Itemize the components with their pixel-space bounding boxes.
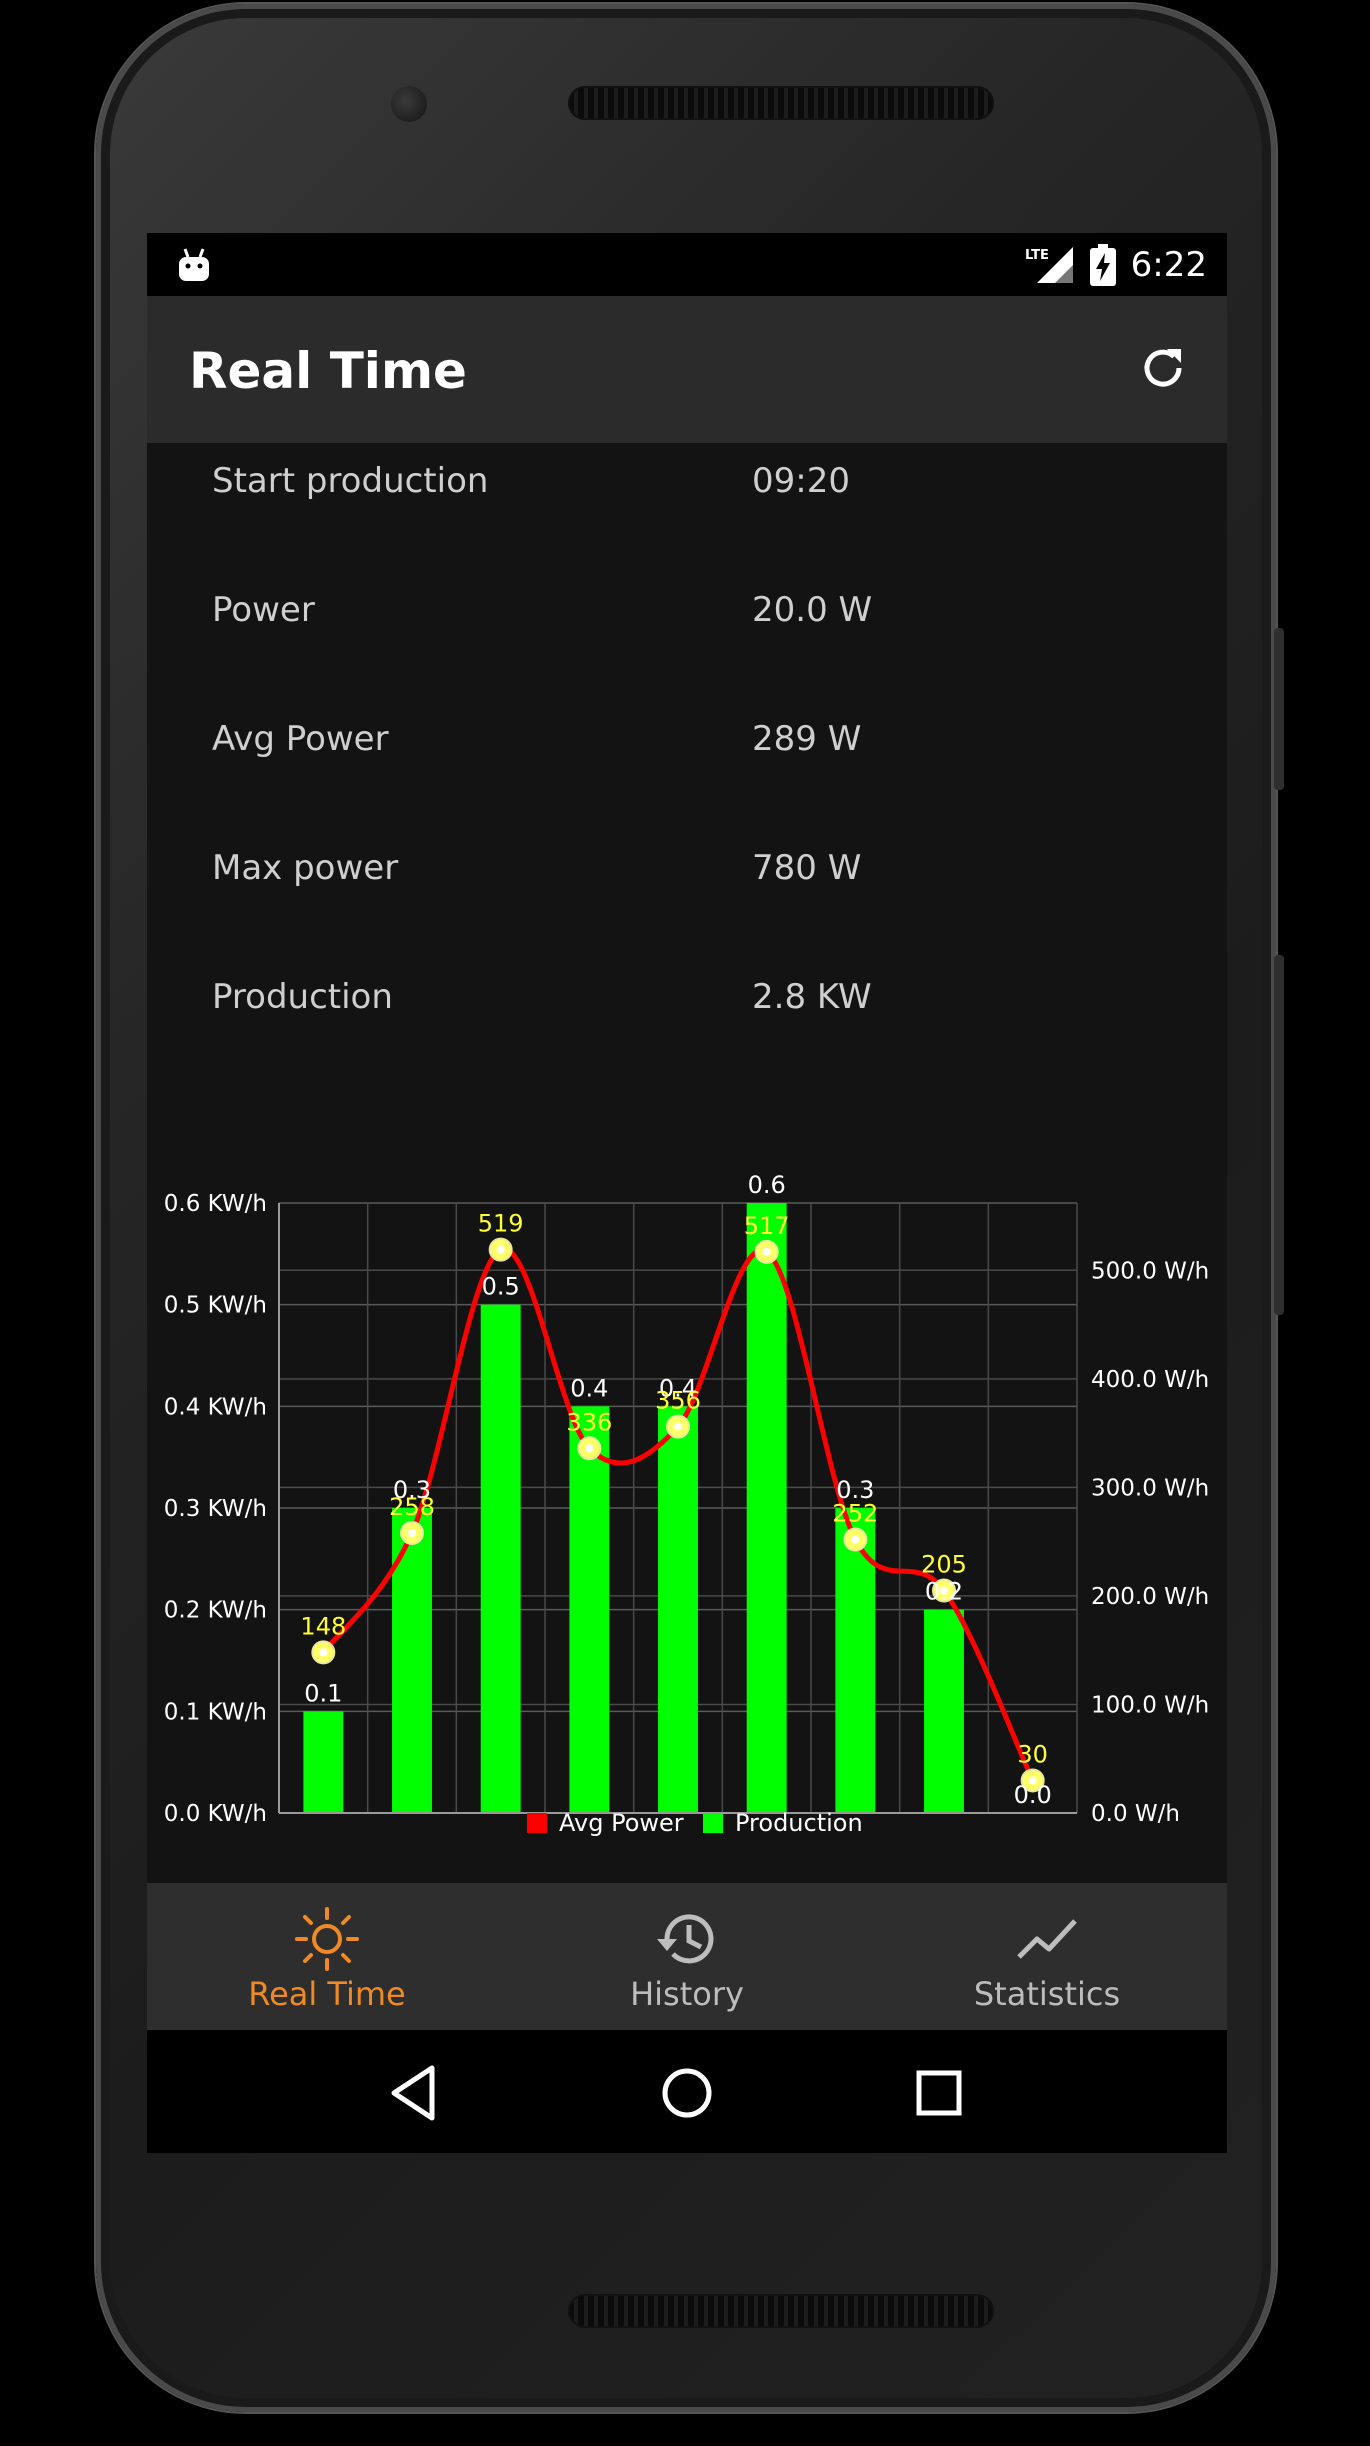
bottom-navigation: Real Time History Statistics bbox=[147, 1883, 1227, 2030]
avg-power-value-label: 148 bbox=[300, 1612, 346, 1640]
info-value: 09:20 bbox=[752, 461, 850, 501]
avg-power-point-core bbox=[851, 1535, 860, 1544]
avg-power-value-label: 30 bbox=[1017, 1740, 1048, 1768]
chart-legend: Avg Power Production bbox=[147, 1803, 1227, 1843]
avg-power-point-core bbox=[408, 1528, 416, 1537]
refresh-icon[interactable] bbox=[1133, 338, 1193, 398]
avg-power-point-core bbox=[496, 1245, 505, 1254]
system-navigation-bar bbox=[147, 2030, 1227, 2153]
info-label: Production bbox=[212, 977, 393, 1017]
info-label: Start production bbox=[212, 461, 489, 501]
recents-icon[interactable] bbox=[904, 2058, 974, 2128]
left-axis-tick-label: 0.5 KW/h bbox=[164, 1293, 267, 1319]
lte-signal-icon: LTE bbox=[1025, 246, 1073, 283]
info-value: 289 W bbox=[752, 719, 862, 759]
avg-power-value-label: 356 bbox=[655, 1387, 701, 1415]
left-axis-tick-label: 0.2 KW/h bbox=[164, 1598, 267, 1624]
production-value-label: 0.6 bbox=[748, 1171, 786, 1199]
volume-button bbox=[1274, 628, 1284, 790]
nav-item-real-time[interactable]: Real Time bbox=[147, 1883, 507, 2030]
production-value-label: 0.1 bbox=[304, 1679, 342, 1707]
status-clock: 6:22 bbox=[1130, 244, 1207, 285]
info-row-power: Power 20.0 W bbox=[147, 572, 1227, 701]
power-button bbox=[1274, 955, 1284, 1315]
right-axis-tick-label: 200.0 W/h bbox=[1091, 1584, 1209, 1610]
production-bar bbox=[569, 1406, 610, 1813]
back-icon[interactable] bbox=[380, 2058, 450, 2128]
avg-power-point-core bbox=[319, 1648, 328, 1657]
avg-power-value-label: 258 bbox=[389, 1493, 435, 1521]
info-row-start-production: Start production 09:20 bbox=[147, 443, 1227, 572]
page-title: Real Time bbox=[189, 342, 467, 400]
info-label: Max power bbox=[212, 848, 399, 888]
screen: LTE 6:22 Real Time Start production 09:2… bbox=[147, 233, 1227, 2153]
legend-swatch-avg-power bbox=[527, 1813, 547, 1833]
left-axis-tick-label: 0.1 KW/h bbox=[164, 1699, 267, 1725]
right-axis-tick-label: 400.0 W/h bbox=[1091, 1367, 1209, 1393]
info-value: 780 W bbox=[752, 848, 862, 888]
avg-power-value-label: 336 bbox=[566, 1408, 612, 1436]
left-axis-tick-label: 0.6 KW/h bbox=[164, 1191, 267, 1217]
info-list: Start production 09:20 Power 20.0 W Avg … bbox=[147, 443, 1227, 1088]
left-axis-tick-label: 0.4 KW/h bbox=[164, 1394, 267, 1420]
avg-power-value-label: 519 bbox=[478, 1210, 524, 1238]
production-bar bbox=[924, 1609, 964, 1813]
legend-label-avg-power: Avg Power bbox=[559, 1809, 684, 1837]
trending-icon bbox=[1017, 1919, 1077, 1959]
info-row-avg-power: Avg Power 289 W bbox=[147, 701, 1227, 830]
avg-power-value-label: 205 bbox=[921, 1550, 967, 1578]
sun-icon bbox=[295, 1907, 359, 1971]
nav-item-history[interactable]: History bbox=[507, 1883, 867, 2030]
nav-label: Statistics bbox=[973, 1975, 1121, 2013]
android-notification-icon bbox=[179, 248, 209, 281]
legend-swatch-production bbox=[703, 1813, 723, 1833]
info-row-max-power: Max power 780 W bbox=[147, 830, 1227, 959]
nav-label: Real Time bbox=[248, 1975, 406, 2013]
production-bar bbox=[392, 1508, 432, 1813]
left-axis-tick-label: 0.3 KW/h bbox=[164, 1496, 267, 1522]
legend-label-production: Production bbox=[735, 1809, 863, 1837]
avg-power-value-label: 517 bbox=[744, 1212, 790, 1240]
info-label: Power bbox=[212, 590, 315, 630]
avg-power-point-core bbox=[762, 1247, 771, 1256]
nav-item-statistics[interactable]: Statistics bbox=[867, 1883, 1227, 2030]
avg-power-value-label: 252 bbox=[832, 1499, 878, 1527]
production-bar bbox=[303, 1711, 344, 1813]
production-bar bbox=[746, 1203, 787, 1813]
info-label: Avg Power bbox=[212, 719, 389, 759]
nav-label: History bbox=[630, 1975, 744, 2013]
production-value-label: 0.5 bbox=[482, 1273, 520, 1301]
avg-power-point-core bbox=[674, 1422, 682, 1431]
front-camera bbox=[391, 86, 427, 122]
production-value-label: 0.2 bbox=[925, 1578, 963, 1606]
bottom-speaker bbox=[568, 2294, 994, 2328]
production-bar bbox=[658, 1406, 698, 1813]
battery-charging-icon bbox=[1089, 243, 1116, 286]
network-type: LTE bbox=[1025, 248, 1049, 263]
right-axis-tick-label: 100.0 W/h bbox=[1091, 1692, 1209, 1718]
top-speaker bbox=[568, 86, 994, 120]
info-value: 2.8 KW bbox=[752, 977, 872, 1017]
right-axis-tick-label: 500.0 W/h bbox=[1091, 1258, 1209, 1284]
info-value: 20.0 W bbox=[752, 590, 873, 630]
home-icon[interactable] bbox=[652, 2058, 722, 2128]
production-value-label: 0.4 bbox=[570, 1374, 608, 1402]
history-icon bbox=[657, 1914, 714, 1964]
production-bar bbox=[835, 1508, 876, 1813]
status-bar: LTE 6:22 bbox=[147, 233, 1227, 296]
right-axis-tick-label: 300.0 W/h bbox=[1091, 1475, 1209, 1501]
app-bar: Real Time bbox=[147, 296, 1227, 443]
production-chart[interactable]: 0.10.30.50.4 0.40.60.30.20.01482585193363… bbox=[147, 1063, 1227, 1823]
avg-power-point-core bbox=[585, 1444, 594, 1453]
production-bar bbox=[480, 1304, 521, 1813]
